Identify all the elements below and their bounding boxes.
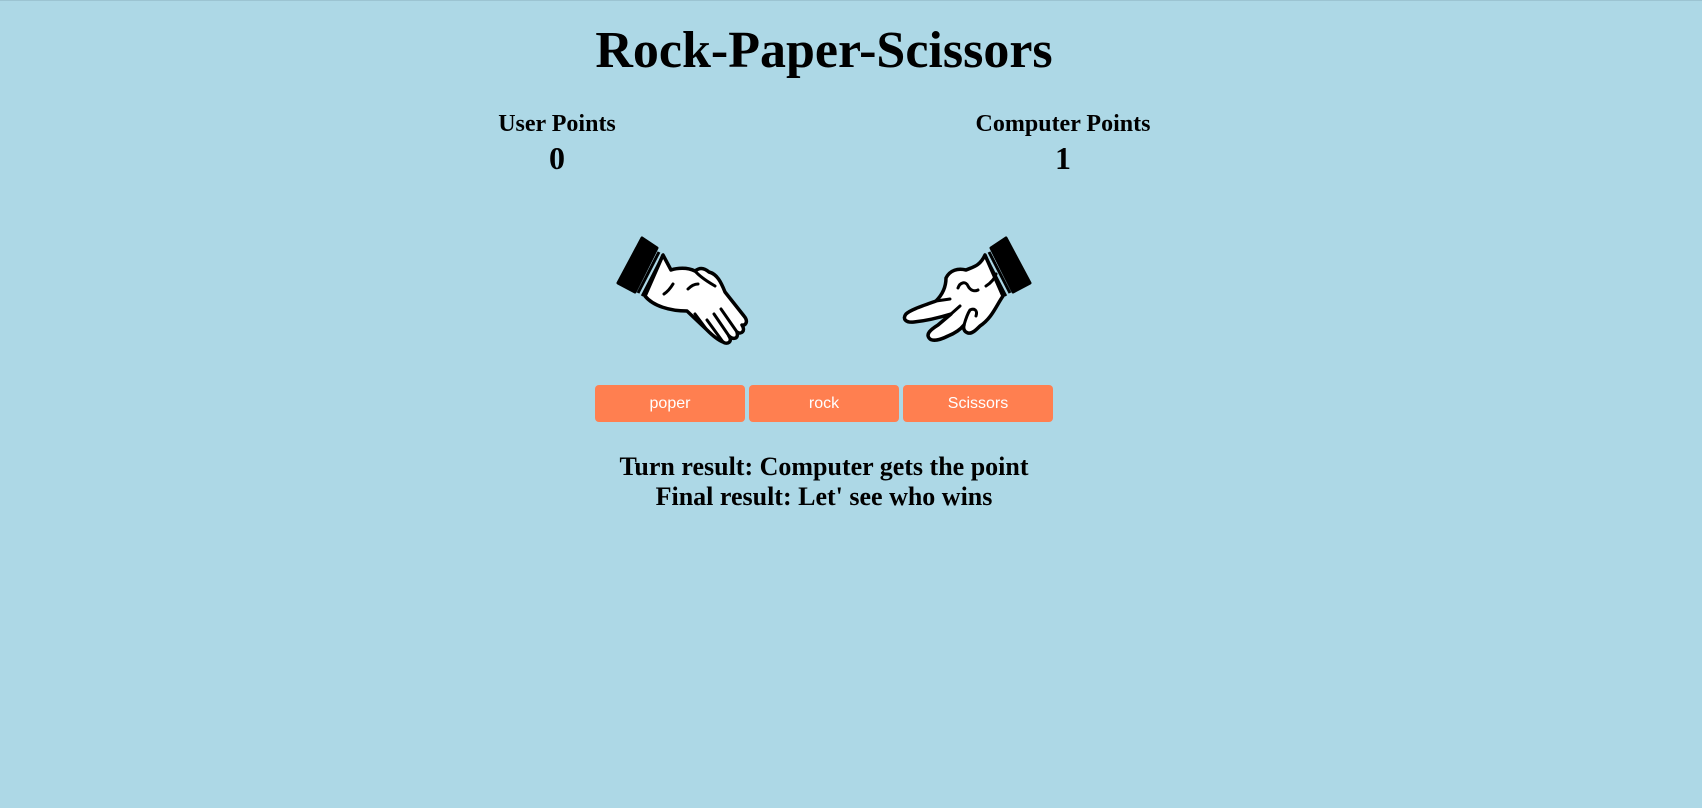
- user-hand-paper-image: [615, 226, 760, 351]
- turn-result-text: Turn result: Computer gets the point: [619, 452, 1029, 481]
- choice-buttons: poper rock Scissors: [595, 385, 1053, 422]
- computer-points-label: Computer Points: [975, 111, 1151, 137]
- rock-button[interactable]: rock: [749, 385, 899, 422]
- page-title: Rock-Paper-Scissors: [595, 22, 1053, 79]
- computer-hand-scissors-image: [888, 226, 1033, 351]
- user-points-value: 0: [549, 140, 565, 176]
- user-score: User Points 0: [427, 109, 687, 176]
- paper-button[interactable]: poper: [595, 385, 745, 422]
- computer-score: Computer Points 1: [933, 109, 1193, 176]
- user-points-label: User Points: [498, 111, 616, 137]
- results: Turn result: Computer gets the point Fin…: [0, 452, 1648, 512]
- computer-points-value: 1: [1055, 140, 1071, 176]
- paper-hand-icon: [616, 236, 749, 345]
- final-result-text: Final result: Let' see who wins: [655, 482, 993, 511]
- scissors-hand-icon: [902, 236, 1032, 342]
- scissors-button[interactable]: Scissors: [903, 385, 1053, 422]
